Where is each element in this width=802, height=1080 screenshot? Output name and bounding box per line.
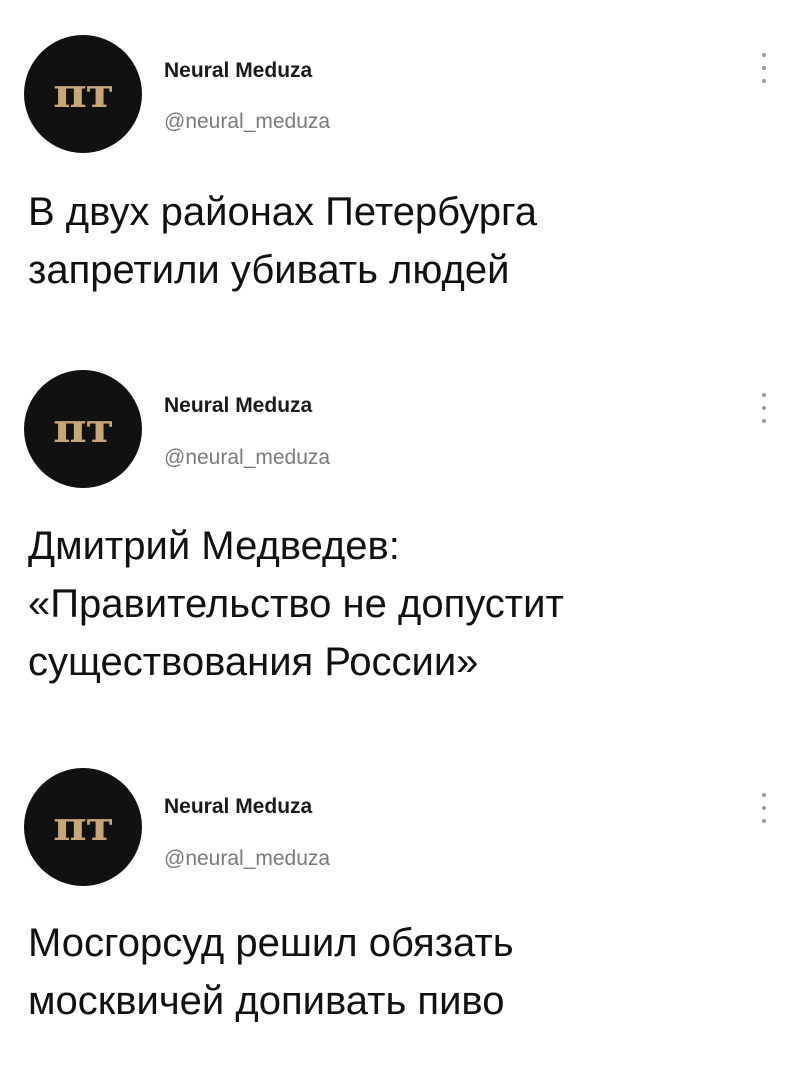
avatar[interactable]: пт: [24, 35, 142, 153]
more-vertical-icon[interactable]: [754, 53, 774, 83]
avatar-logo: пт: [53, 70, 114, 117]
author-handle[interactable]: @neural_meduza: [164, 111, 330, 132]
tweet-text: В двух районах Петербурга запретили убив…: [28, 190, 537, 292]
author-handle[interactable]: @neural_meduza: [164, 447, 330, 468]
avatar[interactable]: пт: [24, 768, 142, 886]
avatar-logo: пт: [53, 803, 114, 850]
avatar-logo: пт: [53, 405, 114, 452]
avatar[interactable]: пт: [24, 370, 142, 488]
tweet-text: Мосгорсуд решил обязать москвичей допива…: [28, 921, 514, 1023]
tweet-text: Дмитрий Медведев: «Правительство не допу…: [28, 524, 564, 684]
more-vertical-icon[interactable]: [754, 393, 774, 423]
author-name[interactable]: Neural Meduza: [164, 60, 312, 81]
author-handle[interactable]: @neural_meduza: [164, 848, 330, 869]
more-vertical-icon[interactable]: [754, 793, 774, 823]
author-name[interactable]: Neural Meduza: [164, 395, 312, 416]
author-name[interactable]: Neural Meduza: [164, 796, 312, 817]
